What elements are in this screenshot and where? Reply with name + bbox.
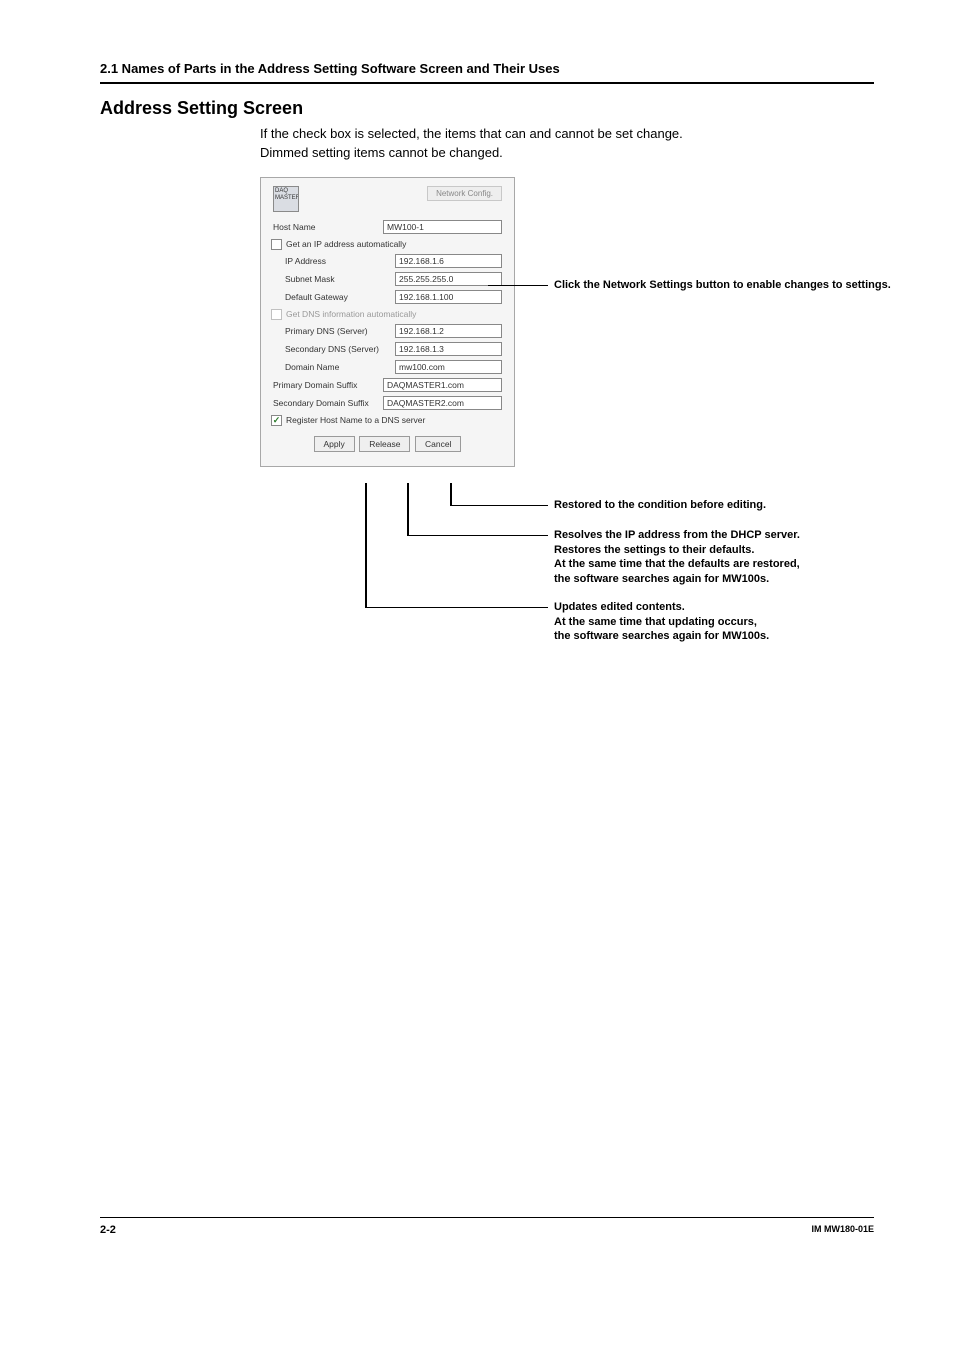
- anno-release-l1: Resolves the IP address from the DHCP se…: [554, 528, 894, 543]
- apply-button[interactable]: Apply: [314, 436, 355, 452]
- domain-name-input[interactable]: mw100.com: [395, 360, 502, 374]
- ip-auto-label: Get an IP address automatically: [286, 239, 406, 249]
- figure-area: DAQMASTER Network Config. Host Name MW10…: [260, 177, 874, 657]
- anno-apply: Updates edited contents. At the same tim…: [554, 600, 894, 645]
- primary-dns-input[interactable]: 192.168.1.2: [395, 324, 502, 338]
- intro-line-1: If the check box is selected, the items …: [260, 125, 874, 144]
- section-header-row: 2.1 Names of Parts in the Address Settin…: [100, 60, 874, 84]
- leader-line: [365, 483, 367, 607]
- app-icon: DAQMASTER: [273, 186, 299, 212]
- anno-release-l4: the software searches again for MW100s.: [554, 572, 894, 587]
- settings-panel: DAQMASTER Network Config. Host Name MW10…: [260, 177, 515, 467]
- leader-line: [450, 483, 452, 505]
- host-name-label: Host Name: [273, 222, 383, 232]
- secondary-dns-input[interactable]: 192.168.1.3: [395, 342, 502, 356]
- anno-cancel: Restored to the condition before editing…: [554, 498, 894, 513]
- ip-address-label: IP Address: [285, 256, 395, 266]
- cancel-button[interactable]: Cancel: [415, 436, 461, 452]
- document-id: IM MW180-01E: [811, 1224, 874, 1236]
- anno-apply-l3: the software searches again for MW100s.: [554, 629, 894, 644]
- secondary-suffix-label: Secondary Domain Suffix: [273, 398, 383, 408]
- register-host-label: Register Host Name to a DNS server: [286, 415, 425, 425]
- dns-auto-label: Get DNS information automatically: [286, 309, 416, 319]
- subnet-input[interactable]: 255.255.255.0: [395, 272, 502, 286]
- anno-apply-l1: Updates edited contents.: [554, 600, 894, 615]
- release-button[interactable]: Release: [359, 436, 410, 452]
- gateway-input[interactable]: 192.168.1.100: [395, 290, 502, 304]
- primary-dns-label: Primary DNS (Server): [285, 326, 395, 336]
- subnet-label: Subnet Mask: [285, 274, 395, 284]
- leader-line: [365, 607, 548, 609]
- leader-line: [407, 535, 548, 537]
- secondary-suffix-input[interactable]: DAQMASTER2.com: [383, 396, 502, 410]
- primary-suffix-label: Primary Domain Suffix: [273, 380, 383, 390]
- anno-release: Resolves the IP address from the DHCP se…: [554, 528, 894, 587]
- network-config-button[interactable]: Network Config.: [427, 186, 502, 201]
- host-name-input[interactable]: MW100-1: [383, 220, 502, 234]
- secondary-dns-label: Secondary DNS (Server): [285, 344, 395, 354]
- leader-line: [488, 285, 548, 287]
- leader-line: [407, 483, 409, 535]
- ip-address-input[interactable]: 192.168.1.6: [395, 254, 502, 268]
- intro-text: If the check box is selected, the items …: [260, 125, 874, 163]
- gateway-label: Default Gateway: [285, 292, 395, 302]
- section-header: 2.1 Names of Parts in the Address Settin…: [100, 61, 560, 76]
- anno-network-button: Click the Network Settings button to ena…: [554, 278, 894, 293]
- ip-auto-checkbox[interactable]: [271, 239, 282, 250]
- dns-auto-checkbox[interactable]: [271, 309, 282, 320]
- leader-line: [450, 505, 548, 507]
- anno-apply-l2: At the same time that updating occurs,: [554, 615, 894, 630]
- register-host-checkbox[interactable]: ✓: [271, 415, 282, 426]
- primary-suffix-input[interactable]: DAQMASTER1.com: [383, 378, 502, 392]
- page-number: 2-2: [100, 1224, 116, 1236]
- intro-line-2: Dimmed setting items cannot be changed.: [260, 144, 874, 163]
- anno-release-l2: Restores the settings to their defaults.: [554, 543, 894, 558]
- anno-release-l3: At the same time that the defaults are r…: [554, 557, 894, 572]
- domain-name-label: Domain Name: [285, 362, 395, 372]
- page-footer: 2-2 IM MW180-01E: [100, 1217, 874, 1236]
- page-title: Address Setting Screen: [100, 98, 874, 119]
